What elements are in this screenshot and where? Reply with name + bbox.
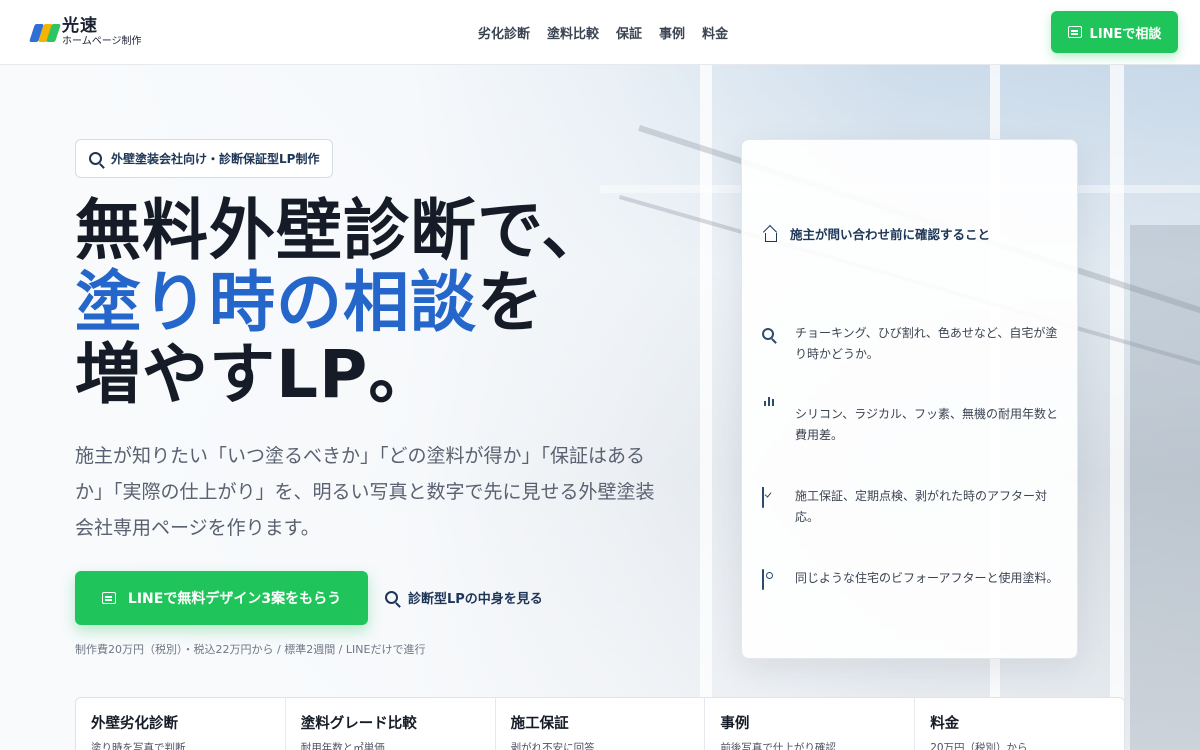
site-logo[interactable]: 光速 ホームページ制作 [29,16,142,47]
feature-subtitle: 前後写真で仕上がり確認 [720,742,836,750]
feature-tile-warranty[interactable]: 施工保証 剥がれ不安に回答 [496,698,706,750]
view-lp-content-link[interactable]: 診断型LPの中身を見る [385,588,543,607]
owner-checklist-card: 施主が問い合わせ前に確認すること チョーキング、ひび割れ、色あせなど、自宅が塗り… [741,139,1078,659]
feature-subtitle: 塗り時を写真で判断 [91,742,186,750]
checklist-item: シリコン、ラジカル、フッ素、無機の耐用年数と費用差。 [762,397,1062,446]
search-icon [89,152,102,165]
shield-check-icon [762,487,764,508]
checklist-title-text: 施主が問い合わせ前に確認すること [790,227,991,242]
nav-item-pricing[interactable]: 料金 [702,23,728,42]
checklist-title: 施主が問い合わせ前に確認すること [762,224,990,243]
hero-headline: 無料外壁診断で、 塗り時の相談を 増やすLP。 [75,195,715,411]
feature-subtitle: 20万円（税別）から [930,742,1028,750]
feature-title: 塗料グレード比較 [300,716,417,732]
main-nav: 劣化診断 塗料比較 保証 事例 料金 [478,23,728,42]
nav-item-diagnosis[interactable]: 劣化診断 [478,23,530,42]
nav-item-warranty[interactable]: 保証 [616,23,642,42]
checklist-item-text: 同じような住宅のビフォーアフターと使用塗料。 [795,571,1059,585]
line-free-design-button[interactable]: LINEで無料デザイン3案をもらう [75,571,368,625]
badge-label: 外壁塗装会社向け・診断保証型LP制作 [111,152,320,166]
headline-line-2-rest: を [477,264,544,341]
nav-item-paint-comparison[interactable]: 塗料比較 [547,23,599,42]
price-note: 制作費20万円（税別）・税込22万円から / 標準2週間 / LINEだけで進行 [75,643,426,656]
checklist-item-text: シリコン、ラジカル、フッ素、無機の耐用年数と費用差。 [795,407,1059,442]
home-icon [762,226,778,242]
feature-subtitle: 耐用年数と㎡単価 [300,742,385,750]
headline-highlight: 塗り時の相談 [75,264,477,341]
headline-line-1: 無料外壁診断で、 [75,192,609,269]
feature-title: 事例 [720,716,750,732]
header-cta-label: LINEで相談 [1089,26,1162,42]
header-line-consult-button[interactable]: LINEで相談 [1051,11,1178,53]
feature-title: 料金 [930,716,960,732]
search-icon [385,591,398,604]
checklist-item-text: チョーキング、ひび割れ、色あせなど、自宅が塗り時かどうか。 [795,326,1058,361]
checklist-item: 施工保証、定期点検、剥がれた時のアフター対応。 [762,486,1062,528]
logo-title: 光速 [62,16,98,36]
sub-cta-label: 診断型LPの中身を見る [408,592,543,607]
chat-icon [1067,26,1082,38]
logo-subtitle: ホームページ制作 [62,36,142,47]
feature-tile-diagnosis[interactable]: 外壁劣化診断 塗り時を写真で判断 [76,698,286,750]
hero-lead-text: 施主が知りたい「いつ塗るべきか」「どの塗料が得か」「保証はあるか」「実際の仕上が… [75,445,655,539]
feature-tile-pricing[interactable]: 料金 20万円（税別）から [915,698,1124,750]
checklist-item-text: 施工保証、定期点検、剥がれた時のアフター対応。 [795,489,1048,524]
feature-tile-cases[interactable]: 事例 前後写真で仕上がり確認 [705,698,916,750]
main-cta-label: LINEで無料デザイン3案をもらう [127,591,342,607]
checklist-item: 同じような住宅のビフォーアフターと使用塗料。 [762,568,1062,590]
camera-icon [762,569,764,590]
feature-subtitle: 剥がれ不安に回答 [510,742,595,750]
feature-title: 施工保証 [510,716,569,732]
search-icon [762,328,774,340]
feature-tiles: 外壁劣化診断 塗り時を写真で判断 塗料グレード比較 耐用年数と㎡単価 施工保証 … [75,697,1125,750]
target-badge: 外壁塗装会社向け・診断保証型LP制作 [75,139,334,178]
site-header: 光速 ホームページ制作 劣化診断 塗料比較 保証 事例 料金 LINEで相談 [0,0,1200,65]
checklist-item: チョーキング、ひび割れ、色あせなど、自宅が塗り時かどうか。 [762,323,1062,365]
feature-tile-paint-grade[interactable]: 塗料グレード比較 耐用年数と㎡単価 [286,698,496,750]
chat-icon [101,592,116,604]
feature-title: 外壁劣化診断 [91,716,178,732]
logo-mark-icon [29,22,61,44]
headline-line-3: 増やすLP。 [75,336,436,413]
nav-item-cases[interactable]: 事例 [659,23,685,42]
